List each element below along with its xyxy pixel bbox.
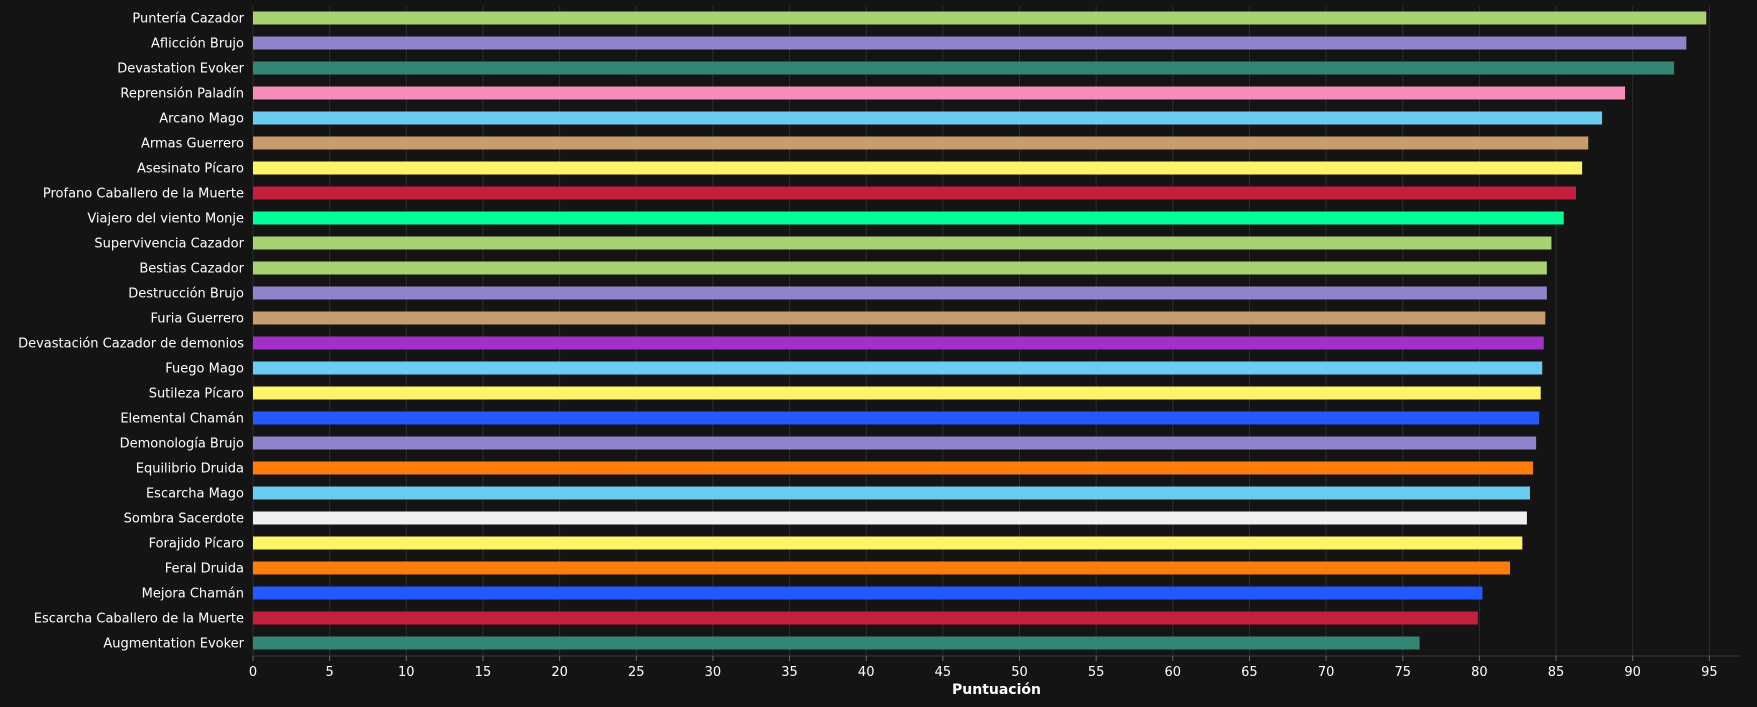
category-label: Bestias Cazador [139, 262, 244, 277]
bar[interactable] [253, 461, 1534, 475]
category-label: Escarcha Mago [146, 487, 244, 502]
x-tick-label: 0 [249, 665, 257, 680]
category-label: Devastación Cazador de demonios [18, 337, 244, 352]
category-label: Destrucción Brujo [128, 287, 244, 302]
category-label: Equilibrio Druida [136, 462, 244, 477]
bar[interactable] [253, 561, 1511, 575]
bar[interactable] [253, 286, 1547, 300]
x-tick-label: 50 [1011, 665, 1028, 680]
category-label: Sombra Sacerdote [124, 512, 244, 527]
bar[interactable] [253, 436, 1537, 450]
x-tick-label: 10 [398, 665, 415, 680]
x-tick-label: 30 [705, 665, 722, 680]
x-tick-label: 60 [1165, 665, 1182, 680]
x-tick-label: 65 [1241, 665, 1258, 680]
x-tick-label: 75 [1394, 665, 1411, 680]
x-tick-label: 35 [781, 665, 798, 680]
x-tick-label: 20 [551, 665, 568, 680]
bar[interactable] [253, 536, 1523, 550]
bar[interactable] [253, 336, 1544, 350]
x-tick-label: 70 [1318, 665, 1335, 680]
bar[interactable] [253, 161, 1583, 175]
bar[interactable] [253, 611, 1478, 625]
x-tick-label: 45 [935, 665, 952, 680]
bar[interactable] [253, 411, 1540, 425]
bar-chart: Puntería Cazador Aflicción Brujo Devastati… [0, 0, 1757, 707]
x-tick-label: 25 [628, 665, 645, 680]
x-tick-label: 40 [858, 665, 875, 680]
bar[interactable] [253, 11, 1707, 25]
bar[interactable] [253, 111, 1603, 125]
bar[interactable] [253, 136, 1589, 150]
bar[interactable] [253, 311, 1546, 325]
category-label: Aflicción Brujo [151, 37, 244, 52]
bar[interactable] [253, 636, 1420, 650]
bar[interactable] [253, 386, 1541, 400]
bar[interactable] [253, 586, 1483, 600]
category-label: Supervivencia Cazador [94, 237, 244, 252]
category-label: Furia Guerrero [150, 312, 244, 327]
bar[interactable] [253, 61, 1675, 75]
category-label: Viajero del viento Monje [87, 212, 244, 227]
category-label: Devastation Evoker [117, 62, 244, 77]
bar[interactable] [253, 236, 1552, 250]
category-label: Sutileza Pícaro [149, 387, 244, 402]
category-label: Demonología Brujo [120, 437, 244, 452]
category-label: Profano Caballero de la Muerte [43, 187, 244, 202]
x-tick-label: 55 [1088, 665, 1105, 680]
x-tick-label: 15 [475, 665, 492, 680]
chart-background [0, 0, 1757, 707]
bar[interactable] [253, 361, 1543, 375]
x-tick-label: 80 [1471, 665, 1488, 680]
x-tick-label: 5 [326, 665, 334, 680]
x-axis-title: Puntuación [952, 682, 1041, 698]
category-label: Escarcha Caballero de la Muerte [34, 612, 244, 627]
category-label: Arcano Mago [159, 112, 244, 127]
bar[interactable] [253, 261, 1547, 275]
category-label: Forajido Pícaro [149, 537, 244, 552]
x-tick-label: 95 [1701, 665, 1718, 680]
category-label: Fuego Mago [165, 362, 244, 377]
bar[interactable] [253, 211, 1564, 225]
category-label: Asesinato Pícaro [137, 162, 244, 177]
bar[interactable] [253, 186, 1576, 200]
category-label: Reprensión Paladín [120, 87, 244, 102]
bar[interactable] [253, 86, 1626, 100]
category-label: Feral Druida [165, 562, 244, 577]
x-tick-label: 85 [1548, 665, 1565, 680]
bar[interactable] [253, 486, 1530, 500]
bar[interactable] [253, 511, 1527, 525]
category-label: Mejora Chamán [142, 587, 244, 602]
category-label: Augmentation Evoker [103, 637, 244, 652]
category-label: Armas Guerrero [141, 137, 244, 152]
category-label: Elemental Chamán [120, 412, 244, 427]
bar[interactable] [253, 36, 1687, 50]
category-label: Puntería Cazador [132, 12, 244, 27]
x-tick-label: 90 [1624, 665, 1641, 680]
